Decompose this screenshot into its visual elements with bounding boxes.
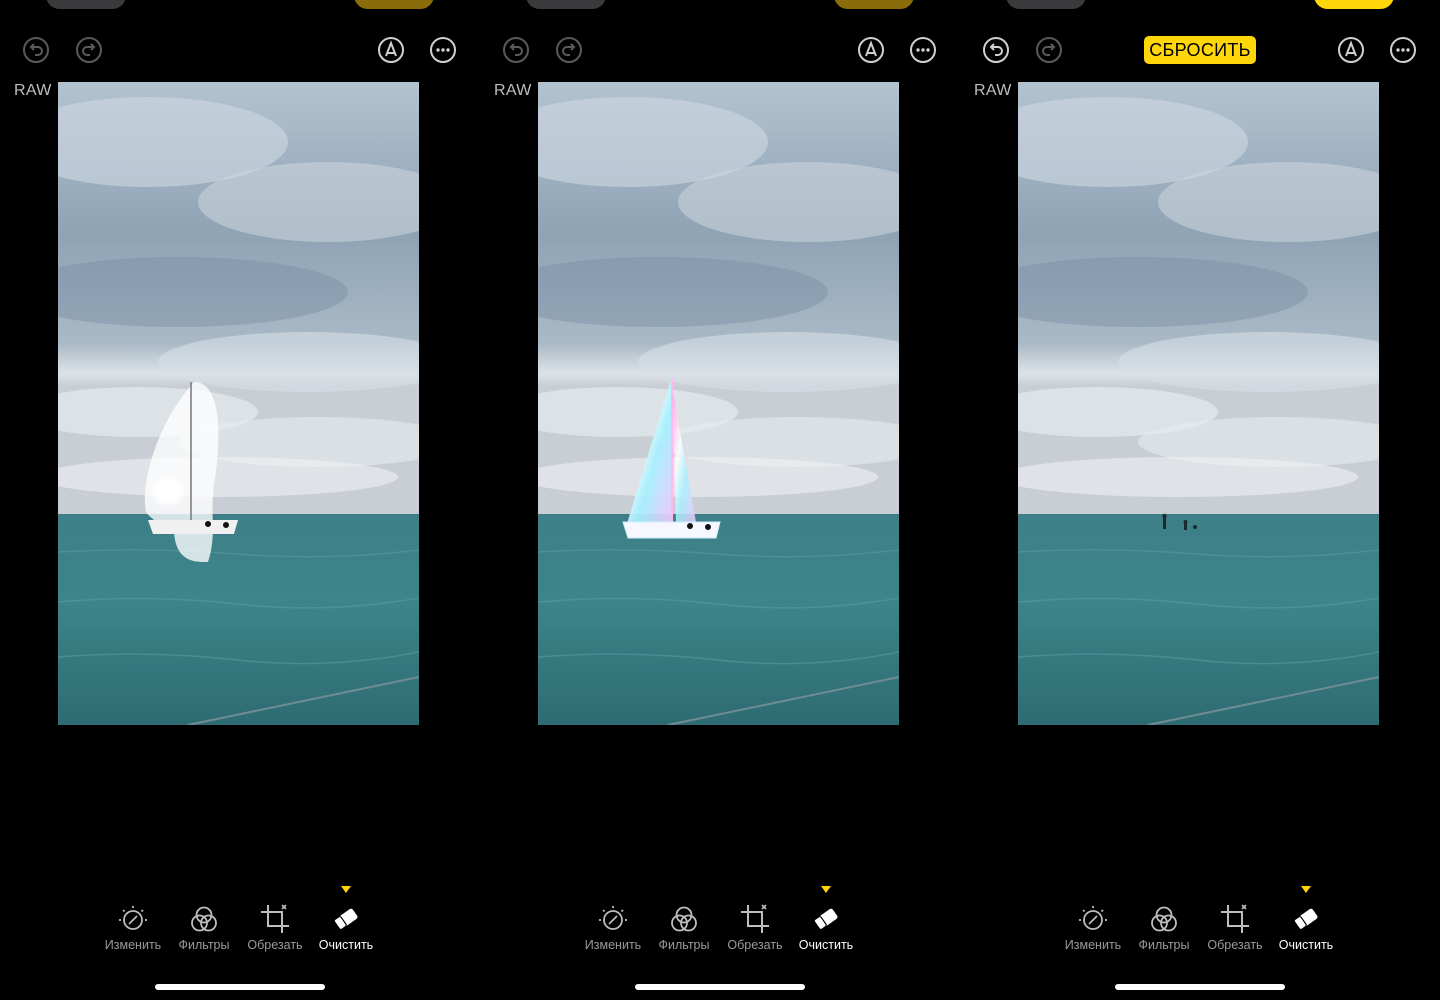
filters-icon bbox=[671, 906, 697, 932]
crop-icon bbox=[261, 904, 289, 933]
tool-filters[interactable]: Фильтры bbox=[169, 902, 239, 952]
done-button[interactable] bbox=[834, 0, 914, 9]
home-indicator bbox=[155, 984, 325, 990]
crop-icon bbox=[741, 904, 769, 933]
raw-badge: RAW bbox=[974, 82, 1012, 99]
cancel-button[interactable] bbox=[46, 0, 126, 9]
editor-panel-selection: RAW Изменить Фильтры Обрезать Очистить bbox=[0, 0, 480, 1000]
redo-icon[interactable] bbox=[1035, 36, 1063, 64]
home-indicator bbox=[1115, 984, 1285, 990]
eraser-icon bbox=[1293, 908, 1318, 931]
tool-crop[interactable]: Обрезать bbox=[1200, 902, 1270, 952]
adjust-icon bbox=[599, 906, 627, 930]
cancel-button[interactable] bbox=[526, 0, 606, 9]
more-icon[interactable] bbox=[909, 36, 937, 64]
tool-adjust[interactable]: Изменить bbox=[98, 902, 168, 952]
tool-label: Обрезать bbox=[727, 938, 783, 952]
undo-icon[interactable] bbox=[502, 36, 530, 64]
crop-icon bbox=[1221, 904, 1249, 933]
filters-icon bbox=[1151, 906, 1177, 932]
filters-icon bbox=[191, 906, 217, 932]
markup-icon[interactable] bbox=[377, 36, 405, 64]
tool-label: Очистить bbox=[798, 938, 854, 952]
tool-filters[interactable]: Фильтры bbox=[1129, 902, 1199, 952]
tool-label: Изменить bbox=[104, 938, 162, 952]
tool-label: Очистить bbox=[1278, 938, 1334, 952]
photo-canvas[interactable] bbox=[58, 82, 419, 725]
tool-label: Очистить bbox=[318, 938, 374, 952]
active-tool-marker bbox=[341, 886, 351, 893]
markup-icon[interactable] bbox=[1337, 36, 1365, 64]
eraser-icon bbox=[333, 908, 358, 931]
tool-label: Фильтры bbox=[658, 938, 710, 952]
tool-cleanup[interactable]: Очистить bbox=[311, 902, 381, 952]
cancel-button[interactable] bbox=[1006, 0, 1086, 9]
tool-crop[interactable]: Обрезать bbox=[240, 902, 310, 952]
done-button[interactable] bbox=[354, 0, 434, 9]
tool-crop[interactable]: Обрезать bbox=[720, 902, 790, 952]
raw-badge: RAW bbox=[494, 82, 532, 99]
tool-cleanup[interactable]: Очистить bbox=[1271, 902, 1341, 952]
tool-label: Фильтры bbox=[1138, 938, 1190, 952]
done-button[interactable] bbox=[1314, 0, 1394, 9]
editor-panel-result: СБРОСИТЬ RAW Изменить Фильтры Обрезать О… bbox=[960, 0, 1440, 1000]
tool-label: Обрезать bbox=[1207, 938, 1263, 952]
tool-label: Изменить bbox=[1064, 938, 1122, 952]
eraser-icon bbox=[813, 908, 838, 931]
adjust-icon bbox=[1079, 906, 1107, 930]
redo-icon[interactable] bbox=[75, 36, 103, 64]
adjust-icon bbox=[119, 906, 147, 930]
markup-icon[interactable] bbox=[857, 36, 885, 64]
tool-adjust[interactable]: Изменить bbox=[1058, 902, 1128, 952]
reset-button[interactable]: СБРОСИТЬ bbox=[1144, 36, 1256, 64]
tool-label: Обрезать bbox=[247, 938, 303, 952]
more-icon[interactable] bbox=[429, 36, 457, 64]
tool-label: Изменить bbox=[584, 938, 642, 952]
redo-icon[interactable] bbox=[555, 36, 583, 64]
photo-canvas[interactable] bbox=[538, 82, 899, 725]
tool-filters[interactable]: Фильтры bbox=[649, 902, 719, 952]
active-tool-marker bbox=[821, 886, 831, 893]
tool-adjust[interactable]: Изменить bbox=[578, 902, 648, 952]
editor-panel-processing: RAW Изменить Фильтры Обрезать Очистить bbox=[480, 0, 960, 1000]
undo-icon[interactable] bbox=[22, 36, 50, 64]
tool-cleanup[interactable]: Очистить bbox=[791, 902, 861, 952]
more-icon[interactable] bbox=[1389, 36, 1417, 64]
tool-label: Фильтры bbox=[178, 938, 230, 952]
active-tool-marker bbox=[1301, 886, 1311, 893]
home-indicator bbox=[635, 984, 805, 990]
raw-badge: RAW bbox=[14, 82, 52, 99]
photo-canvas[interactable] bbox=[1018, 82, 1379, 725]
undo-icon[interactable] bbox=[982, 36, 1010, 64]
